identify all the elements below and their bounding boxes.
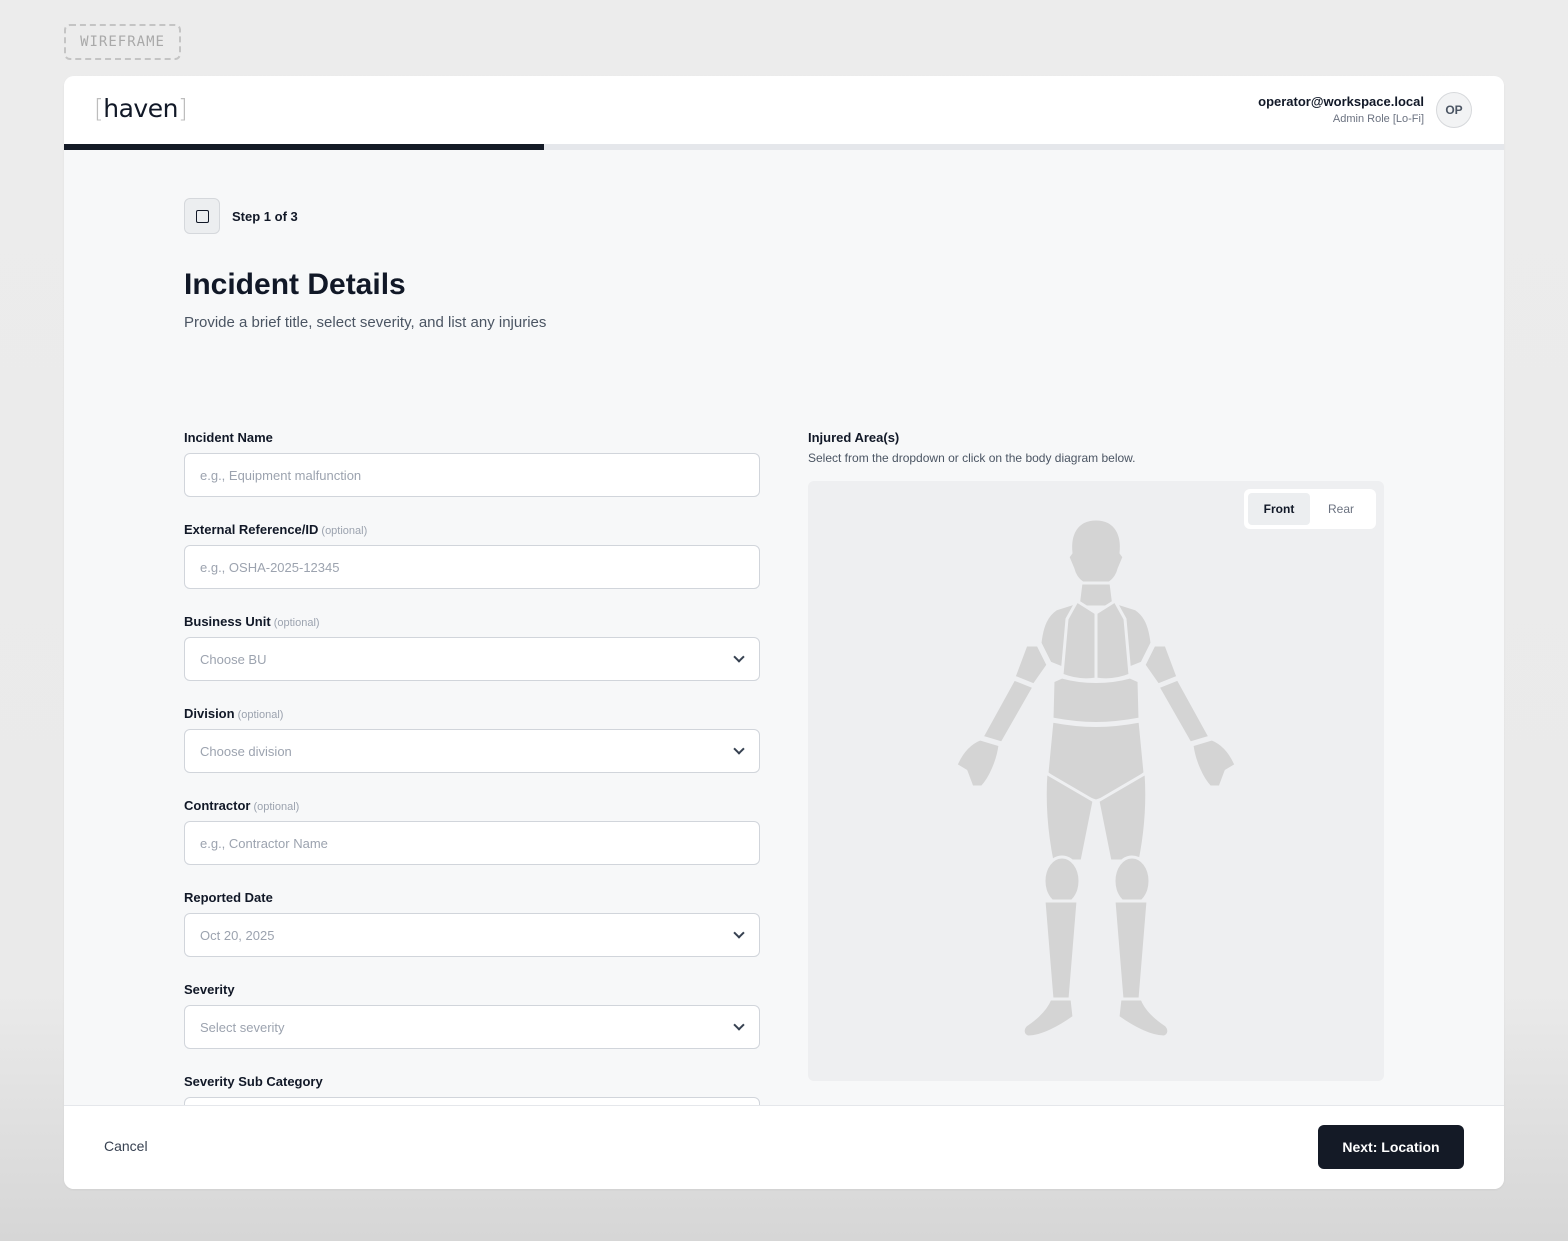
placeholder-text: e.g., Contractor Name xyxy=(200,835,328,851)
field-label-text: Reported Date xyxy=(184,890,273,905)
field-label: Incident Name xyxy=(184,430,760,445)
field-label-text: External Reference/ID xyxy=(184,522,319,537)
step-label: Step 1 of 3 xyxy=(232,208,298,224)
progress-bar-fill xyxy=(64,144,544,150)
injured-areas-help: Select from the dropdown or click on the… xyxy=(808,451,1136,465)
logo-text: haven xyxy=(103,94,178,123)
chevron-down-icon xyxy=(733,743,745,755)
contractor-input[interactable]: e.g., Contractor Name xyxy=(184,821,760,865)
field-label-text: Business Unit xyxy=(184,614,271,629)
external-reference-id-input[interactable]: e.g., OSHA-2025-12345 xyxy=(184,545,760,589)
field-label: Contractor (optional) xyxy=(184,798,760,813)
body-part-head[interactable] xyxy=(1066,517,1126,589)
user-info: operator@workspace.local Admin Role [Lo-… xyxy=(1258,94,1424,125)
injured-areas-label: Injured Area(s) xyxy=(808,430,900,445)
placeholder-text: e.g., Equipment malfunction xyxy=(200,467,362,483)
user-email: operator@workspace.local xyxy=(1258,94,1424,109)
next-location-button[interactable]: Next: Location xyxy=(1318,1125,1464,1169)
body-part-left-forearm[interactable] xyxy=(980,677,1036,745)
wireframe-tag: WIREFRAME xyxy=(64,24,181,60)
body-part-right-foot[interactable] xyxy=(1116,997,1171,1039)
page-subtitle: Provide a brief title, select severity, … xyxy=(184,314,547,331)
field-external-reference-id: External Reference/ID (optional) e.g., OSH… xyxy=(184,522,760,589)
step-indicator: Step 1 of 3 xyxy=(184,198,1384,234)
placeholder-text: Oct 20, 2025 xyxy=(200,927,275,943)
optional-marker: (optional) xyxy=(321,525,368,537)
field-business-unit: Business Unit (optional) Choose BU xyxy=(184,614,760,681)
body-figure xyxy=(954,517,1238,1039)
view-toggle: Front Rear xyxy=(1244,489,1376,529)
view-rear-button[interactable]: Rear xyxy=(1310,493,1372,525)
placeholder-text: Choose BU xyxy=(200,651,267,667)
injured-areas-panel: Injured Area(s) Select from the dropdown… xyxy=(808,430,1384,1081)
field-label: Severity xyxy=(184,982,760,997)
field-label-text: Incident Name xyxy=(184,430,273,445)
body-part-right-knee[interactable] xyxy=(1112,855,1152,907)
body-part-left-foot[interactable] xyxy=(1021,997,1076,1039)
top-bar: [haven] operator@workspace.local Admin R… xyxy=(64,76,1504,144)
field-contractor: Contractor (optional) e.g., Contractor Nam… xyxy=(184,798,760,865)
field-division: Division (optional) Choose division xyxy=(184,706,760,773)
field-label: Reported Date xyxy=(184,890,760,905)
body-part-left-shin[interactable] xyxy=(1042,899,1080,1001)
logo-bracket-right: ] xyxy=(177,94,188,123)
field-label: External Reference/ID (optional) xyxy=(184,522,760,537)
reported-date-select[interactable]: Oct 20, 2025 xyxy=(184,913,760,957)
field-label: Division (optional) xyxy=(184,706,760,721)
body-part-right-shin[interactable] xyxy=(1112,899,1150,1001)
severity-select[interactable]: Select severity xyxy=(184,1005,760,1049)
field-label: Severity Sub Category xyxy=(184,1074,760,1089)
placeholder-text: Choose division xyxy=(200,743,292,759)
body-diagram: Front Rear xyxy=(808,481,1384,1081)
cancel-button[interactable]: Cancel xyxy=(104,1138,148,1154)
app-logo[interactable]: [haven] xyxy=(94,94,188,123)
business-unit-select[interactable]: Choose BU xyxy=(184,637,760,681)
footer-bar: Cancel Next: Location xyxy=(64,1105,1504,1189)
placeholder-text: e.g., OSHA-2025-12345 xyxy=(200,559,340,575)
field-reported-date: Reported Date Oct 20, 2025 xyxy=(184,890,760,957)
body-part-abdomen[interactable] xyxy=(1050,675,1142,725)
field-label-text: Contractor xyxy=(184,798,251,813)
incident-form: Incident Name e.g., Equipment malfunction… xyxy=(184,430,760,1166)
progress-bar xyxy=(64,144,1504,150)
body-part-right-forearm[interactable] xyxy=(1156,677,1212,745)
field-label-text: Severity xyxy=(184,982,235,997)
field-severity: Severity Select severity xyxy=(184,982,760,1049)
division-select[interactable]: Choose division xyxy=(184,729,760,773)
body-part-right-hand[interactable] xyxy=(1190,737,1238,789)
placeholder-text: Select severity xyxy=(200,1019,285,1035)
body-part-left-hand[interactable] xyxy=(954,737,1002,789)
field-label-text: Division xyxy=(184,706,235,721)
optional-marker: (optional) xyxy=(273,617,320,629)
chevron-down-icon xyxy=(733,1019,745,1031)
app-window: [haven] operator@workspace.local Admin R… xyxy=(64,76,1504,1189)
user-role: Admin Role [Lo-Fi] xyxy=(1332,113,1424,125)
chevron-down-icon xyxy=(733,651,745,663)
field-label: Business Unit (optional) xyxy=(184,614,760,629)
body-part-left-knee[interactable] xyxy=(1042,855,1082,907)
logo-bracket-left: [ xyxy=(94,94,104,123)
field-incident-name: Incident Name e.g., Equipment malfunction xyxy=(184,430,760,497)
avatar[interactable]: OP xyxy=(1436,92,1472,128)
view-front-button[interactable]: Front xyxy=(1248,493,1310,525)
step-icon xyxy=(184,198,220,234)
chevron-down-icon xyxy=(733,927,745,939)
incident-name-input[interactable]: e.g., Equipment malfunction xyxy=(184,453,760,497)
page-title: Incident Details xyxy=(184,268,406,301)
field-label-text: Severity Sub Category xyxy=(184,1074,323,1089)
main-content: Step 1 of 3 Incident Details Provide a b… xyxy=(184,198,1384,1141)
optional-marker: (optional) xyxy=(237,709,284,721)
optional-marker: (optional) xyxy=(253,801,300,813)
